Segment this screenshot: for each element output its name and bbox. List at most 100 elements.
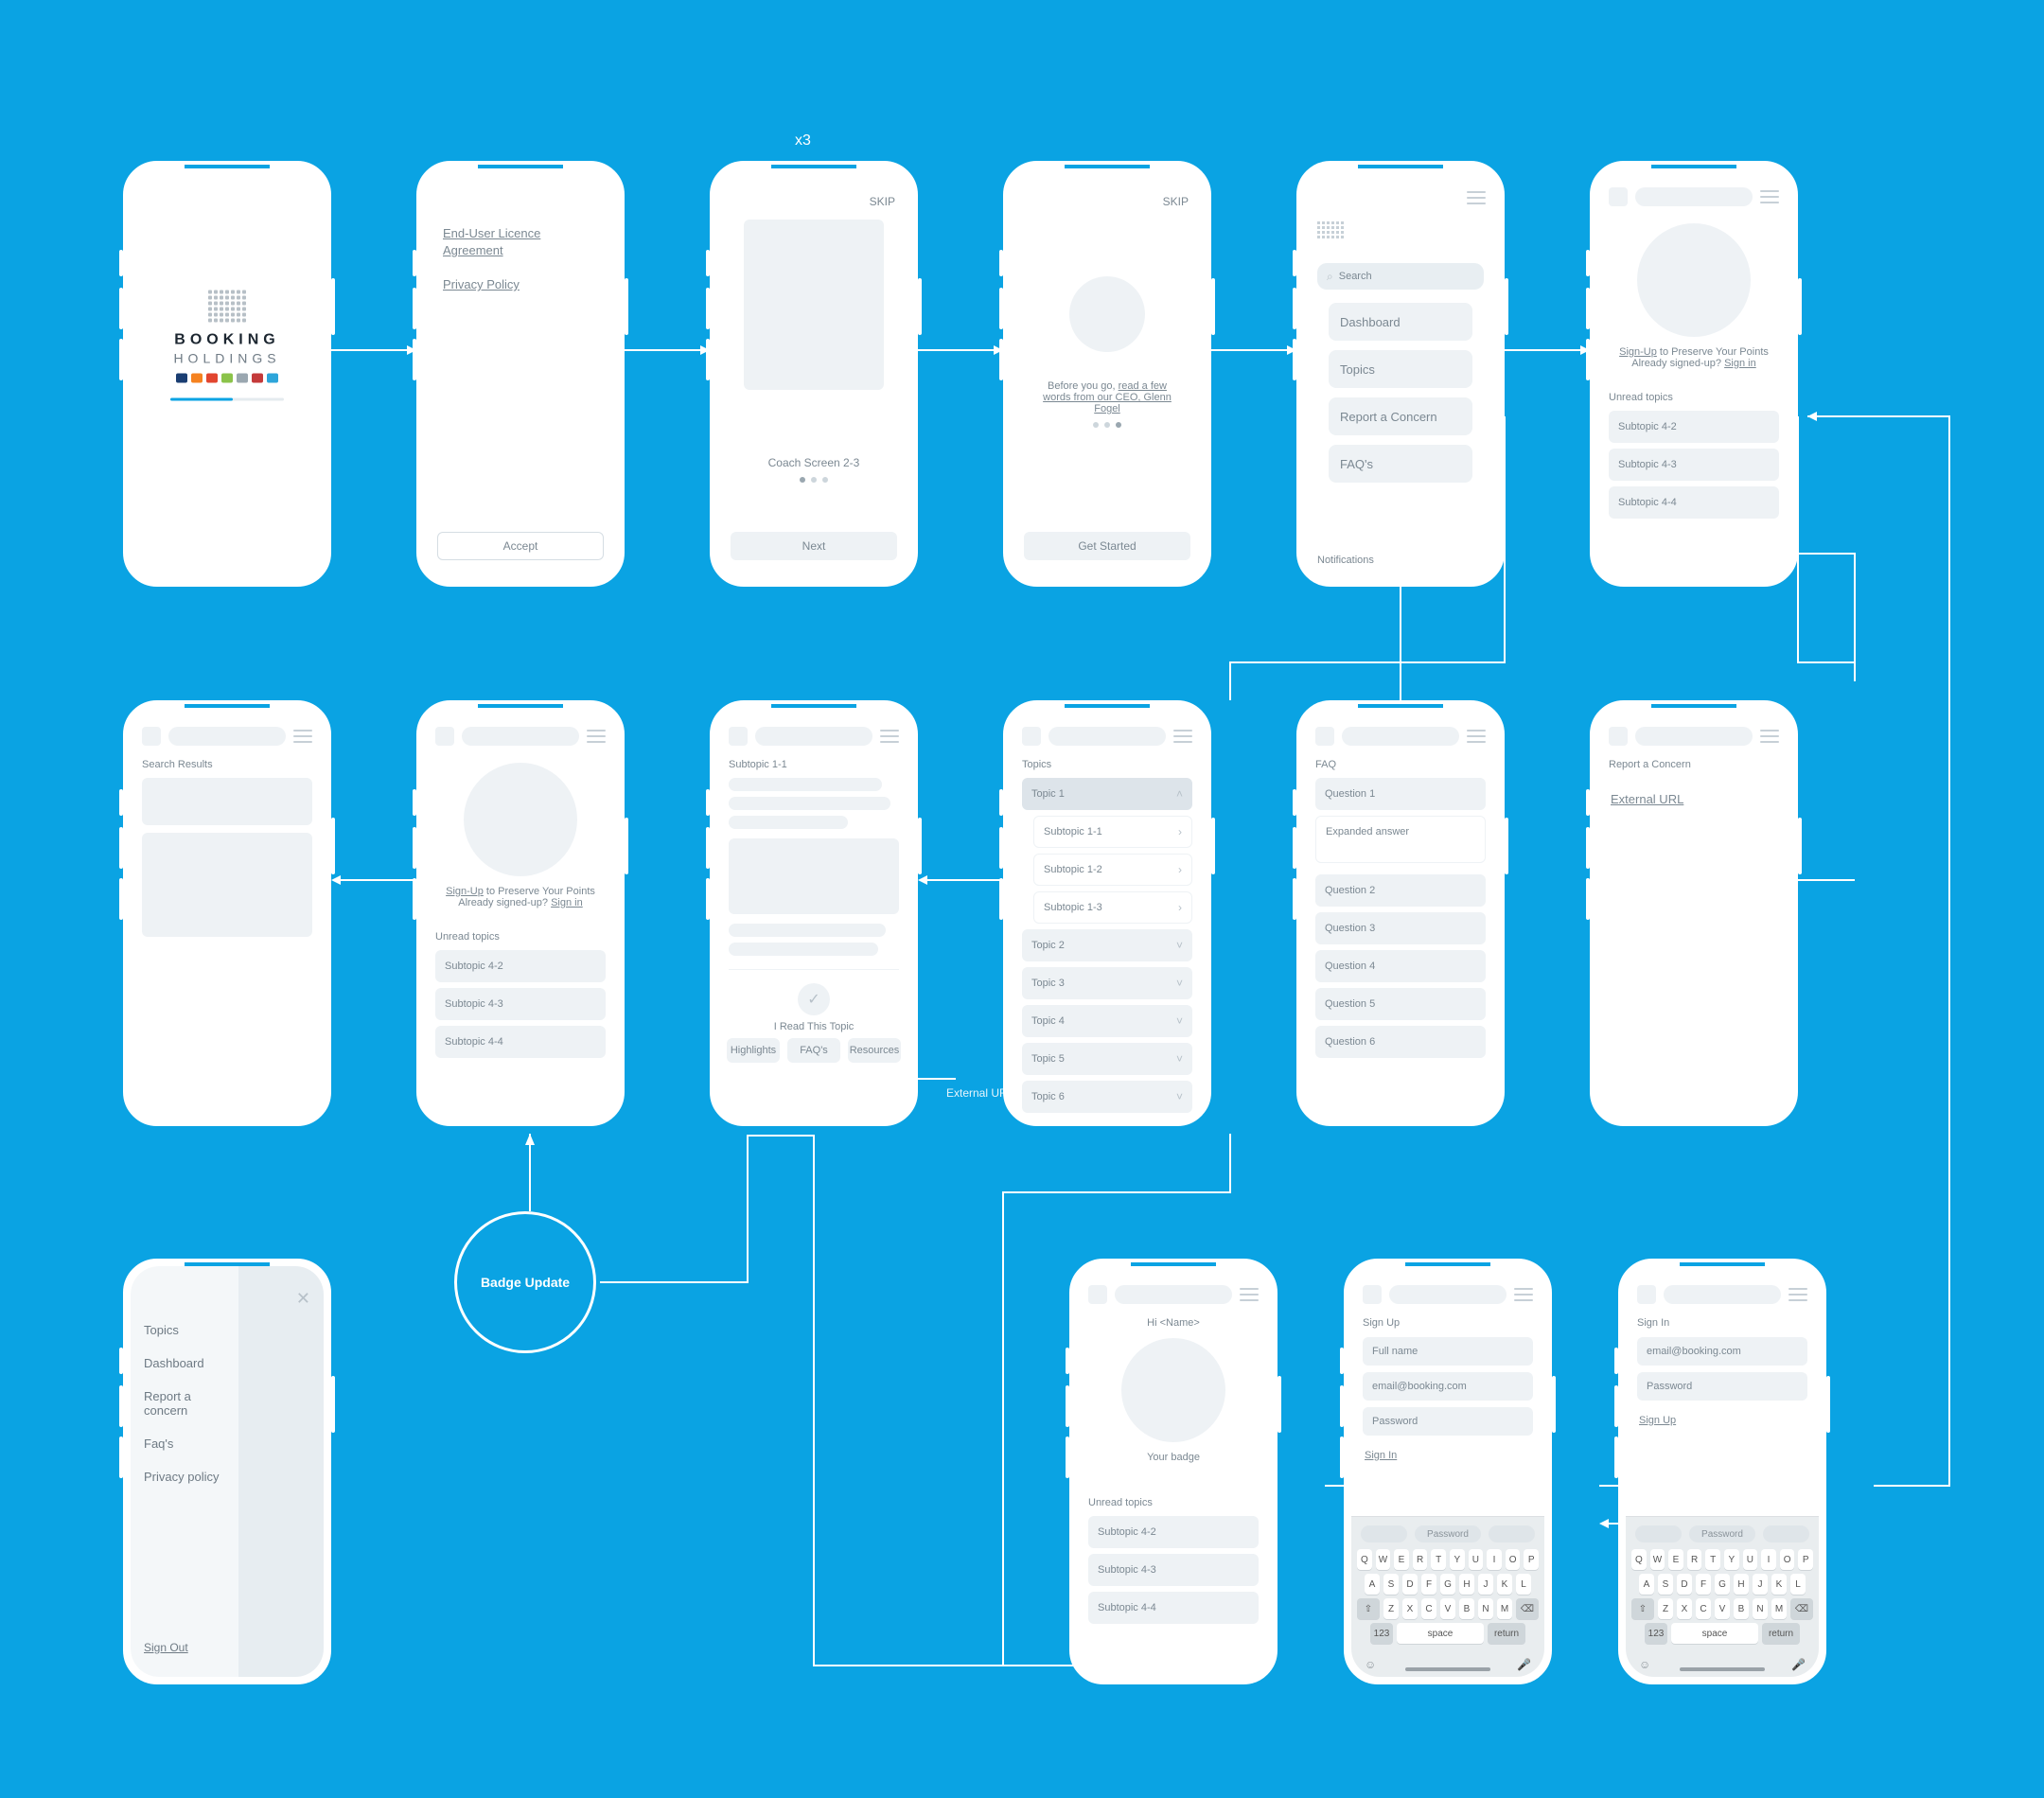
unread-item[interactable]: Subtopic 4-4 <box>1088 1592 1259 1624</box>
tab-resources[interactable]: Resources <box>848 1038 901 1063</box>
subtopic-row[interactable]: Subtopic 1-2› <box>1033 854 1192 886</box>
topic-row[interactable]: Topic 6˅ <box>1022 1081 1192 1113</box>
search-input[interactable] <box>1664 1285 1781 1304</box>
menu-dashboard[interactable]: Dashboard <box>1329 303 1472 341</box>
fullname-field[interactable]: Full name <box>1363 1337 1533 1366</box>
mic-icon[interactable]: 🎤 <box>1791 1658 1806 1671</box>
unread-item[interactable]: Subtopic 4-3 <box>1088 1554 1259 1586</box>
unread-item[interactable]: Subtopic 4-2 <box>1609 411 1779 443</box>
topic-row[interactable]: Topic 4˅ <box>1022 1005 1192 1037</box>
subtopic-row[interactable]: Subtopic 1-1› <box>1033 816 1192 848</box>
topic-row[interactable]: Topic 5˅ <box>1022 1043 1192 1075</box>
points-badge <box>464 763 577 876</box>
mic-icon[interactable]: 🎤 <box>1517 1658 1531 1671</box>
article-image <box>729 838 899 914</box>
hamburger-icon[interactable] <box>1467 730 1486 743</box>
read-topic-button[interactable]: I Read This Topic <box>729 1021 899 1032</box>
signin-link[interactable]: Sign In <box>1365 1450 1397 1461</box>
search-input[interactable] <box>1048 727 1166 746</box>
signin-link[interactable]: Sign in <box>1724 358 1756 369</box>
hamburger-icon[interactable] <box>587 730 606 743</box>
sign-out-link[interactable]: Sign Out <box>144 1641 188 1654</box>
close-icon[interactable]: ✕ <box>296 1289 310 1309</box>
result-item[interactable] <box>142 833 312 937</box>
hamburger-icon[interactable] <box>880 730 899 743</box>
external-url-link[interactable]: External URL <box>1611 792 1683 806</box>
search-input[interactable] <box>462 727 579 746</box>
unread-item[interactable]: Subtopic 4-3 <box>435 988 606 1020</box>
unread-item[interactable]: Subtopic 4-4 <box>1609 486 1779 519</box>
faq-question[interactable]: Question 6 <box>1315 1026 1486 1058</box>
subtopic-row[interactable]: Subtopic 1-3› <box>1033 891 1192 924</box>
signin-cta: Already signed-up? Sign in <box>1597 358 1790 369</box>
get-started-button[interactable]: Get Started <box>1024 532 1190 560</box>
brand-top: BOOKING <box>170 331 284 348</box>
topic-row[interactable]: Topic 2˅ <box>1022 929 1192 961</box>
screen-search-results: Search Results <box>123 700 331 1126</box>
screen-home: ⌕ Search Dashboard Topics Report a Conce… <box>1296 161 1505 587</box>
faq-question[interactable]: Question 4 <box>1315 950 1486 982</box>
search-input[interactable] <box>1389 1285 1507 1304</box>
menu-report[interactable]: Report a Concern <box>1329 397 1472 435</box>
keyboard[interactable]: Password QWERTYUIOP ASDFGHJKL ⇧ZXCVBNM⌫ … <box>1626 1516 1819 1677</box>
chevron-down-icon: ˅ <box>1176 939 1183 952</box>
password-field[interactable]: Password <box>1363 1407 1533 1436</box>
tab-faqs[interactable]: FAQ's <box>787 1038 840 1063</box>
keyboard[interactable]: Password QWERTYUIOP ASDFGHJKL ⇧ZXCVBNM⌫ … <box>1351 1516 1544 1677</box>
hamburger-icon[interactable] <box>1760 190 1779 203</box>
signin-link[interactable]: Sign in <box>551 897 583 908</box>
unread-item[interactable]: Subtopic 4-2 <box>435 950 606 982</box>
search-input[interactable] <box>1635 187 1753 206</box>
faq-question[interactable]: Question 3 <box>1315 912 1486 944</box>
tab-highlights[interactable]: Highlights <box>727 1038 780 1063</box>
screen-legal: End-User Licence Agreement Privacy Polic… <box>416 161 625 587</box>
drawer-item-topics[interactable]: Topics <box>144 1323 225 1337</box>
result-item[interactable] <box>142 778 312 825</box>
email-field[interactable]: email@booking.com <box>1363 1372 1533 1401</box>
next-button[interactable]: Next <box>731 532 897 560</box>
unread-item[interactable]: Subtopic 4-4 <box>435 1026 606 1058</box>
drawer-item-dashboard[interactable]: Dashboard <box>144 1356 225 1370</box>
emoji-icon[interactable]: ☺ <box>1365 1658 1376 1671</box>
password-field[interactable]: Password <box>1637 1372 1807 1401</box>
drawer-item-faq[interactable]: Faq's <box>144 1437 225 1451</box>
search-input[interactable] <box>168 727 286 746</box>
brand-subicons <box>170 373 284 382</box>
search-input[interactable] <box>755 727 872 746</box>
unread-item[interactable]: Subtopic 4-2 <box>1088 1516 1259 1548</box>
menu-topics[interactable]: Topics <box>1329 350 1472 388</box>
accept-button[interactable]: Accept <box>437 532 604 560</box>
menu-faq[interactable]: FAQ's <box>1329 445 1472 483</box>
screen-coach: SKIP Coach Screen 2-3 Next <box>710 161 918 587</box>
signup-cta[interactable]: Sign-Up to Preserve Your Points <box>424 886 617 897</box>
drawer-item-privacy[interactable]: Privacy policy <box>144 1470 225 1484</box>
unread-item[interactable]: Subtopic 4-3 <box>1609 449 1779 481</box>
signup-link[interactable]: Sign Up <box>1639 1415 1676 1426</box>
search-input[interactable]: ⌕ Search <box>1317 263 1484 290</box>
eula-link[interactable]: End-User Licence Agreement <box>443 226 540 257</box>
faq-question[interactable]: Question 1 <box>1315 778 1486 810</box>
screen-profile: Hi <Name> Your badge Unread topics Subto… <box>1069 1259 1278 1684</box>
hamburger-icon[interactable] <box>1173 730 1192 743</box>
faq-question[interactable]: Question 5 <box>1315 988 1486 1020</box>
skip-button[interactable]: SKIP <box>870 195 895 208</box>
signup-cta[interactable]: Sign-Up to Preserve Your Points <box>1597 346 1790 358</box>
email-field[interactable]: email@booking.com <box>1637 1337 1807 1366</box>
topic-row[interactable]: Topic 1˄ <box>1022 778 1192 810</box>
skip-button[interactable]: SKIP <box>1163 195 1189 208</box>
hamburger-icon[interactable] <box>1760 730 1779 743</box>
hamburger-icon[interactable] <box>293 730 312 743</box>
search-input[interactable] <box>1115 1285 1232 1304</box>
drawer-item-report[interactable]: Report a concern <box>144 1389 225 1418</box>
hamburger-icon[interactable] <box>1788 1288 1807 1301</box>
faq-question[interactable]: Question 2 <box>1315 874 1486 907</box>
hamburger-icon[interactable] <box>1467 191 1486 204</box>
hamburger-icon[interactable] <box>1240 1288 1259 1301</box>
emoji-icon[interactable]: ☺ <box>1639 1658 1650 1671</box>
search-input[interactable] <box>1635 727 1753 746</box>
hamburger-icon[interactable] <box>1514 1288 1533 1301</box>
search-input[interactable] <box>1342 727 1459 746</box>
faq-title: FAQ <box>1304 753 1497 772</box>
privacy-link[interactable]: Privacy Policy <box>443 277 520 291</box>
topic-row[interactable]: Topic 3˅ <box>1022 967 1192 999</box>
